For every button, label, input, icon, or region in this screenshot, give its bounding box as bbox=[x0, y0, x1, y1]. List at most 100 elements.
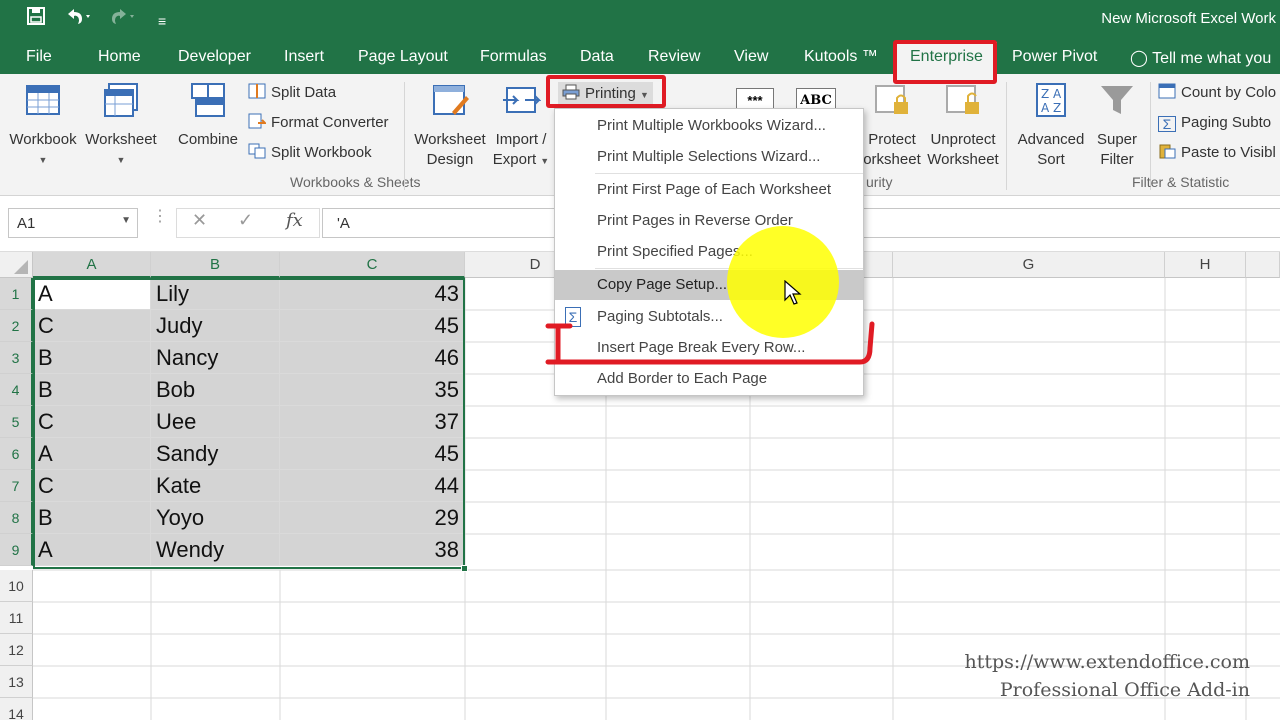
paste-to-visible-label: Paste to Visibl bbox=[1181, 144, 1276, 161]
menu-item-print-first-page[interactable]: Print First Page of Each Worksheet bbox=[555, 175, 863, 205]
cancel-icon[interactable]: ✕ bbox=[192, 210, 207, 231]
worksheet-design-label-2: Design bbox=[426, 151, 474, 168]
unprotect-worksheet-button[interactable]: Unprotect Worksheet bbox=[926, 82, 1000, 170]
group-separator bbox=[404, 82, 405, 190]
import-export-label-1: Import / bbox=[495, 131, 547, 148]
name-box[interactable]: A1 ▼ bbox=[8, 208, 138, 238]
watermark-tagline: Professional Office Add-in bbox=[999, 679, 1250, 701]
enter-icon[interactable]: ✓ bbox=[238, 210, 253, 231]
count-by-color-label: Count by Colo bbox=[1181, 84, 1277, 101]
more-icon: ⋮ bbox=[152, 208, 168, 225]
paging-subtotals-button[interactable]: Σ Paging Subto bbox=[1158, 113, 1271, 133]
worksheet-button[interactable]: Worksheet ▼ bbox=[84, 82, 158, 170]
tab-power-pivot[interactable]: Power Pivot bbox=[1012, 48, 1097, 66]
import-export-icon bbox=[503, 87, 542, 113]
insert-function-icon[interactable]: fx bbox=[286, 210, 303, 231]
workbook-icon bbox=[26, 85, 60, 115]
advanced-sort-label-1: Advanced bbox=[1017, 131, 1085, 148]
group-separator bbox=[1006, 82, 1007, 190]
paging-subtotals-label: Paging Subto bbox=[1181, 114, 1272, 131]
unprotect-label-2: Worksheet bbox=[927, 151, 999, 168]
unlock-icon bbox=[946, 85, 979, 114]
title-bar: ≡ New Microsoft Excel Work bbox=[0, 0, 1280, 40]
tab-view[interactable]: View bbox=[734, 48, 768, 66]
mouse-cursor-icon bbox=[784, 280, 802, 305]
group-label-security: urity bbox=[866, 174, 893, 190]
format-converter-label: Format Converter bbox=[271, 114, 389, 131]
format-converter-icon bbox=[248, 113, 268, 129]
protect-worksheet-button[interactable]: Protect orksheet bbox=[862, 82, 922, 170]
worksheet-label: Worksheet bbox=[85, 131, 157, 148]
svg-text:Z A: Z A bbox=[1041, 87, 1062, 101]
combine-button[interactable]: Combine bbox=[172, 82, 244, 150]
tab-kutools[interactable]: Kutools ™ bbox=[804, 48, 878, 66]
split-workbook-label: Split Workbook bbox=[271, 144, 372, 161]
super-filter-button[interactable]: Super Filter bbox=[1090, 82, 1144, 170]
tab-formulas[interactable]: Formulas bbox=[480, 48, 547, 66]
worksheet-icon bbox=[104, 83, 138, 117]
tab-insert[interactable]: Insert bbox=[284, 48, 324, 66]
sort-az-icon: Z AA Z bbox=[1036, 83, 1066, 117]
group-label-filter-statistic: Filter & Statistic bbox=[1132, 174, 1230, 190]
group-label-workbooks-sheets: Workbooks & Sheets bbox=[290, 174, 421, 190]
count-by-color-icon bbox=[1158, 83, 1176, 99]
filter-icon bbox=[1101, 86, 1133, 114]
excel-window: ≡ New Microsoft Excel Work File Home Dev… bbox=[0, 0, 1280, 720]
tab-review[interactable]: Review bbox=[648, 48, 700, 66]
menu-item-print-reverse-order[interactable]: Print Pages in Reverse Order bbox=[555, 206, 863, 236]
customize-qat-icon[interactable]: ≡ bbox=[158, 10, 166, 32]
tab-developer[interactable]: Developer bbox=[178, 48, 251, 66]
ribbon-tabs: File Home Developer Insert Page Layout F… bbox=[0, 40, 1280, 74]
worksheet-design-label-1: Worksheet bbox=[414, 131, 486, 148]
menu-separator bbox=[595, 173, 863, 174]
tell-me-label: Tell me what you bbox=[1152, 50, 1272, 67]
split-workbook-icon bbox=[248, 143, 266, 159]
paste-to-visible-button[interactable]: Paste to Visibl bbox=[1158, 143, 1276, 163]
undo-icon[interactable] bbox=[64, 6, 94, 31]
printing-button-annotation bbox=[546, 75, 666, 108]
tab-data[interactable]: Data bbox=[580, 48, 614, 66]
advanced-sort-label-2: Sort bbox=[1037, 151, 1065, 168]
tab-page-layout[interactable]: Page Layout bbox=[358, 48, 448, 66]
sigma-icon: Σ bbox=[1158, 116, 1176, 132]
tell-me-search[interactable]: ◯ Tell me what you bbox=[1130, 48, 1271, 68]
lock-icon bbox=[875, 85, 908, 114]
worksheet-design-icon bbox=[433, 85, 469, 115]
workbook-button[interactable]: Workbook ▼ bbox=[8, 82, 78, 170]
super-filter-label-1: Super bbox=[1096, 131, 1138, 148]
workbook-label: Workbook bbox=[9, 131, 77, 148]
combine-icon bbox=[191, 83, 225, 117]
tab-file[interactable]: File bbox=[26, 48, 52, 66]
enterprise-tab-annotation bbox=[893, 40, 997, 84]
split-data-icon bbox=[248, 83, 266, 99]
insert-page-break-annotation bbox=[545, 321, 875, 365]
paste-icon bbox=[1158, 143, 1176, 159]
redo-icon[interactable] bbox=[108, 6, 138, 31]
name-box-value: A1 bbox=[17, 215, 36, 232]
split-data-button[interactable]: Split Data bbox=[248, 83, 336, 103]
menu-item-print-multiple-selections[interactable]: Print Multiple Selections Wizard... bbox=[555, 142, 863, 172]
combine-label: Combine bbox=[177, 131, 239, 148]
protect-label-1: Protect bbox=[868, 131, 916, 148]
worksheet-design-button[interactable]: Worksheet Design bbox=[412, 82, 488, 170]
advanced-sort-button[interactable]: Z AA Z Advanced Sort bbox=[1014, 82, 1088, 170]
super-filter-label-2: Filter bbox=[1100, 151, 1134, 168]
chevron-down-icon: ▼ bbox=[38, 155, 48, 165]
chevron-down-icon[interactable]: ▼ bbox=[121, 215, 131, 226]
watermark-url: https://www.extendoffice.com bbox=[964, 651, 1250, 673]
split-workbook-button[interactable]: Split Workbook bbox=[248, 143, 372, 163]
svg-text:A Z: A Z bbox=[1041, 101, 1061, 115]
import-export-button[interactable]: Import / Export ▼ bbox=[490, 82, 552, 171]
menu-item-print-multiple-workbooks[interactable]: Print Multiple Workbooks Wizard... bbox=[555, 111, 863, 141]
split-data-label: Split Data bbox=[271, 84, 337, 101]
unprotect-label-1: Unprotect bbox=[930, 131, 996, 148]
chevron-down-icon: ▼ bbox=[116, 155, 126, 165]
protect-label-2: orksheet bbox=[863, 151, 921, 168]
import-export-label-2: Export ▼ bbox=[492, 151, 550, 168]
tab-home[interactable]: Home bbox=[98, 48, 141, 66]
count-by-color-button[interactable]: Count by Colo bbox=[1158, 83, 1276, 103]
save-icon[interactable] bbox=[26, 6, 46, 31]
lightbulb-icon: ◯ bbox=[1130, 50, 1148, 67]
fill-handle[interactable] bbox=[461, 565, 468, 572]
format-converter-button[interactable]: Format Converter bbox=[248, 113, 389, 133]
